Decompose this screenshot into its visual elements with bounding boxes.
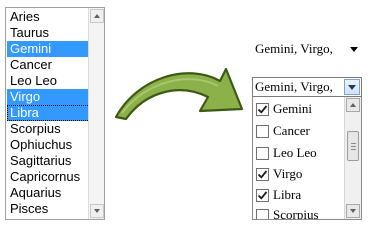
listbox-option[interactable]: Scorpius (7, 121, 90, 137)
option-label: Libra (273, 187, 302, 202)
dropdown-option[interactable]: Libra (256, 185, 301, 205)
listbox-option[interactable]: Virgo (7, 89, 90, 105)
listbox-option[interactable]: Pisces (7, 201, 90, 217)
checkmark-icon (257, 190, 268, 200)
listbox-option[interactable]: Aries (7, 9, 90, 25)
option-checkbox[interactable] (256, 102, 269, 116)
checkmark-icon (257, 169, 268, 179)
checkbox-dropdown-list[interactable]: Gemini Cancer Leo Leo Virgo Libra Scorpi… (252, 97, 362, 220)
listbox-option[interactable]: Cancer (7, 57, 90, 73)
scroll-up-button[interactable] (346, 98, 360, 112)
dropdown-option[interactable]: Cancer (256, 121, 310, 141)
listbox-option[interactable]: Leo Leo (7, 73, 90, 89)
curved-arrow-icon (114, 67, 244, 121)
option-label: Gemini (273, 101, 312, 116)
chevron-down-icon (350, 209, 356, 213)
scroll-down-button[interactable] (90, 204, 104, 218)
grip-line (351, 149, 356, 150)
listbox-option[interactable]: Ophiuchus (7, 137, 90, 153)
selected-value: Gemini, Virgo, (255, 41, 333, 56)
listbox-option[interactable]: Aquarius (7, 185, 90, 201)
collapsed-multiselect[interactable]: Gemini, Virgo, (252, 38, 362, 58)
listbox-option[interactable]: Gemini (7, 41, 90, 57)
scroll-thumb[interactable] (347, 131, 359, 161)
option-checkbox[interactable] (256, 208, 269, 219)
dropdown-option[interactable]: Virgo (256, 164, 302, 184)
dropdown-option[interactable]: Gemini (256, 99, 312, 119)
option-checkbox[interactable] (256, 146, 269, 160)
option-label: Virgo (273, 166, 303, 181)
listbox-option[interactable]: Libra (7, 105, 90, 121)
grip-line (351, 143, 356, 144)
listbox-scrollbar[interactable] (88, 8, 104, 219)
option-label: Scorpius (273, 207, 319, 220)
dropdown-toggle-button[interactable] (344, 79, 360, 95)
listbox-option[interactable]: Taurus (7, 25, 90, 41)
selected-value: Gemini, Virgo, (255, 79, 333, 94)
option-checkbox[interactable] (256, 188, 269, 202)
chevron-up-icon (94, 14, 100, 18)
chevron-down-icon (94, 209, 100, 213)
dropdown-scrollbar[interactable] (344, 97, 361, 219)
grip-line (351, 146, 356, 147)
dropdown-option[interactable]: Leo Leo (256, 143, 317, 163)
expanded-multiselect[interactable]: Gemini, Virgo, (252, 77, 362, 97)
scroll-down-button[interactable] (346, 204, 360, 218)
zodiac-listbox[interactable]: Aries Taurus Gemini Cancer Leo Leo Virgo… (5, 7, 105, 220)
listbox-option[interactable]: Sagittarius (7, 153, 90, 169)
scroll-up-button[interactable] (90, 9, 104, 23)
option-label: Leo Leo (273, 145, 317, 160)
chevron-down-icon (348, 84, 356, 90)
chevron-down-icon (350, 47, 358, 52)
dropdown-option[interactable]: Scorpius (256, 205, 319, 220)
checkmark-icon (257, 104, 268, 114)
option-checkbox[interactable] (256, 167, 269, 181)
listbox-option[interactable]: Capricornus (7, 169, 90, 185)
chevron-up-icon (350, 103, 356, 107)
option-label: Cancer (273, 123, 310, 138)
option-checkbox[interactable] (256, 124, 269, 138)
